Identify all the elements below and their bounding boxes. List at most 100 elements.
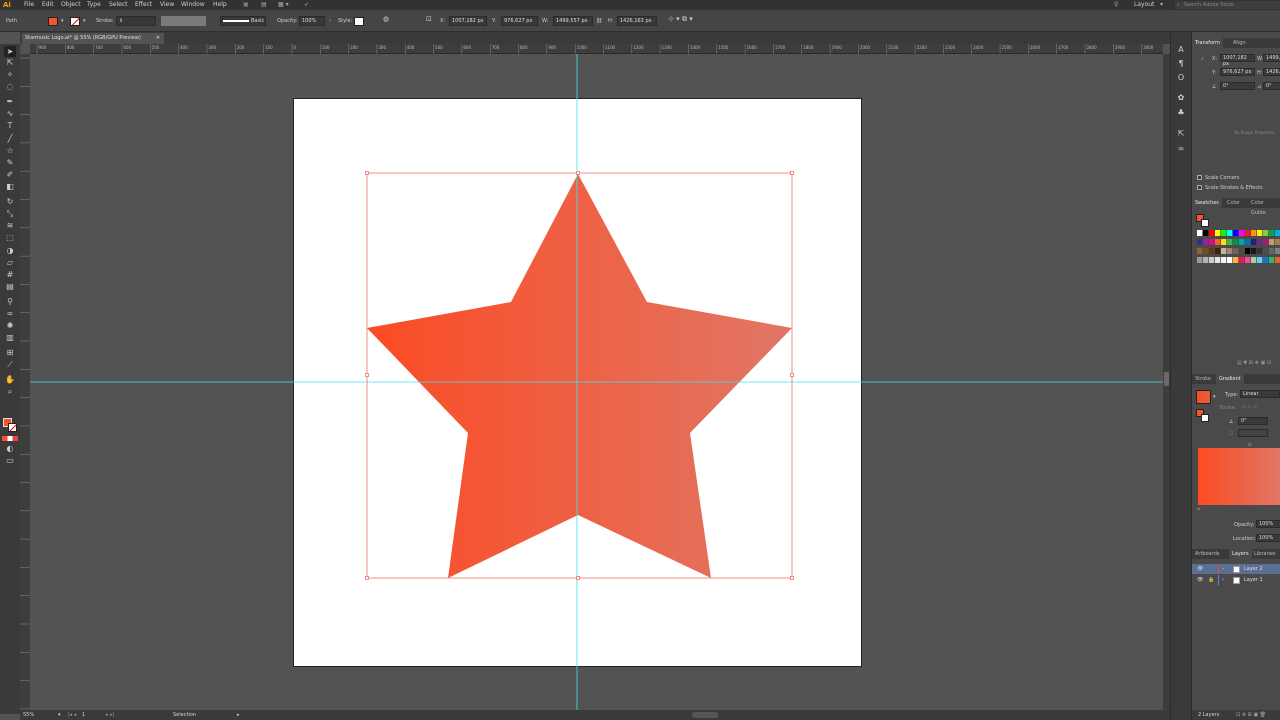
swatch[interactable] — [1197, 248, 1203, 254]
swatch[interactable] — [1263, 248, 1269, 254]
swatch[interactable] — [1257, 230, 1263, 236]
menu-help[interactable]: Help — [213, 0, 227, 10]
swatch[interactable] — [1209, 257, 1215, 263]
scale-corners-checkbox[interactable] — [1197, 175, 1202, 180]
w-field[interactable]: 1499,557 — [1263, 54, 1280, 62]
canvas[interactable] — [30, 54, 1163, 710]
close-icon[interactable]: ✕ — [156, 33, 160, 44]
shaper-tool-icon[interactable]: ✐ — [4, 169, 16, 180]
layer-name[interactable]: Layer 1 — [1244, 575, 1263, 585]
gradient-type-select[interactable]: Linear — [1240, 390, 1280, 398]
chevron-down-icon[interactable]: ▾ — [58, 710, 61, 720]
chevron-down-icon[interactable]: ▾ — [61, 18, 64, 24]
stock-search-input[interactable]: ⌕ Search Adobe Stock — [1175, 1, 1280, 9]
swatch[interactable] — [1245, 248, 1251, 254]
swatch[interactable] — [1227, 239, 1233, 245]
visibility-eye-icon[interactable]: 👁 — [1197, 564, 1203, 574]
lightbulb-icon[interactable]: ♀ — [1114, 0, 1118, 10]
lock-icon[interactable]: 🔒 — [1208, 575, 1214, 585]
menu-view[interactable]: View — [160, 0, 174, 10]
chevron-down-icon[interactable]: ▾ — [1213, 394, 1216, 400]
menu-file[interactable]: File — [24, 0, 34, 10]
chevron-right-icon[interactable]: › — [1222, 564, 1224, 574]
swatch[interactable] — [1257, 248, 1263, 254]
gradient-stroke-swatch[interactable] — [1201, 414, 1209, 422]
eyedropper-tool-icon[interactable]: ⚲ — [4, 296, 16, 307]
swatch[interactable] — [1215, 230, 1221, 236]
opentype-panel-icon[interactable]: O — [1175, 72, 1187, 83]
gradient-preview-swatch[interactable] — [1196, 390, 1211, 404]
slice-tool-icon[interactable]: ⟋ — [4, 359, 16, 370]
menu-select[interactable]: Select — [109, 0, 128, 10]
paragraph-panel-icon[interactable]: ¶ — [1175, 58, 1187, 69]
next-artboard-icon[interactable]: ▸ ▸| — [106, 710, 114, 720]
zoom-level[interactable]: 55% — [23, 710, 34, 720]
tab-stroke[interactable]: Stroke — [1192, 374, 1214, 384]
arrange-icon[interactable]: ⧉ ▾ — [682, 16, 693, 23]
hand-tool-icon[interactable]: ✋ — [4, 374, 16, 385]
gradient-opacity-field[interactable]: 100% — [1256, 520, 1280, 528]
layer-row[interactable]: 👁 🔒 › Layer 1 — [1192, 575, 1280, 585]
swatch[interactable] — [1263, 257, 1269, 263]
swatch[interactable] — [1263, 230, 1269, 236]
swatch[interactable] — [1233, 230, 1239, 236]
fill-color-swatch[interactable] — [48, 17, 58, 26]
shape-builder-tool-icon[interactable]: ◑ — [4, 245, 16, 256]
stroke-weight-field[interactable]: ⇕ — [116, 16, 156, 26]
magic-wand-tool-icon[interactable]: ✧ — [4, 69, 16, 80]
eraser-tool-icon[interactable]: ◧ — [4, 181, 16, 192]
rotate-tool-icon[interactable]: ↻ — [4, 196, 16, 207]
paintbrush-tool-icon[interactable]: ✎ — [4, 157, 16, 168]
mesh-tool-icon[interactable]: # — [4, 269, 16, 280]
swatch[interactable] — [1221, 248, 1227, 254]
swatch[interactable] — [1245, 257, 1251, 263]
pen-tool-icon[interactable]: ✒ — [4, 96, 16, 107]
recolor-artwork-icon[interactable]: ◍ — [383, 16, 389, 23]
swatch[interactable] — [1221, 239, 1227, 245]
stroke-color-swatch[interactable] — [8, 423, 17, 432]
swatch[interactable] — [1209, 230, 1215, 236]
gradient-angle-field[interactable]: 0° — [1238, 417, 1268, 425]
drawing-mode-icon[interactable]: ◐ — [4, 443, 16, 454]
previous-artboard-icon[interactable]: |◂ ◂ — [68, 710, 76, 720]
tab-artboards[interactable]: Artboards — [1192, 549, 1222, 559]
lasso-tool-icon[interactable]: ◌ — [4, 81, 16, 92]
tab-align[interactable]: Align — [1230, 38, 1249, 48]
transform-icon[interactable]: ⊹ ▾ — [668, 16, 680, 23]
symbol-sprayer-tool-icon[interactable]: ✺ — [4, 320, 16, 331]
direct-selection-tool-icon[interactable]: ⇱ — [4, 57, 16, 68]
chevron-right-icon[interactable]: › — [1222, 575, 1224, 585]
swatch[interactable] — [1251, 239, 1257, 245]
free-transform-tool-icon[interactable]: ⬚ — [4, 232, 16, 243]
arrange-documents-icon[interactable]: ▦ ▾ — [278, 0, 289, 10]
swatch[interactable] — [1275, 239, 1280, 245]
shear-field[interactable]: 0° — [1263, 82, 1280, 90]
h-field[interactable]: 1426,16 — [1263, 68, 1280, 76]
w-field[interactable]: 1499,557 px — [553, 16, 593, 26]
links-panel-icon[interactable]: ∞ — [1175, 143, 1187, 154]
h-field[interactable]: 1426,163 px — [617, 16, 657, 26]
brushes-panel-icon[interactable]: ✿ — [1175, 92, 1187, 103]
swatch[interactable] — [1227, 257, 1233, 263]
menu-effect[interactable]: Effect — [135, 0, 152, 10]
chevron-down-icon[interactable]: ▾ — [83, 18, 86, 24]
line-tool-icon[interactable]: ╱ — [4, 133, 16, 144]
swatch[interactable] — [1275, 248, 1280, 254]
swatch[interactable] — [1221, 230, 1227, 236]
swatch[interactable] — [1197, 230, 1203, 236]
visibility-eye-icon[interactable]: 👁 — [1197, 575, 1203, 585]
star-shape[interactable] — [367, 174, 792, 578]
selection-tool-icon[interactable]: ➤ — [4, 46, 16, 57]
tab-color-guide[interactable]: Color Guide — [1248, 198, 1280, 216]
tab-gradient[interactable]: Gradient — [1216, 374, 1244, 384]
swatch[interactable] — [1269, 239, 1275, 245]
scroll-thumb[interactable] — [1164, 372, 1169, 386]
swatch[interactable] — [1245, 230, 1251, 236]
link-proportions-icon[interactable]: ⛓ — [596, 18, 602, 24]
swatch[interactable] — [1233, 257, 1239, 263]
menu-object[interactable]: Object — [61, 0, 81, 10]
swatch[interactable] — [1233, 248, 1239, 254]
swatch[interactable] — [1197, 257, 1203, 263]
vertical-scrollbar[interactable] — [1163, 54, 1170, 710]
layer-panel-buttons[interactable]: ⊡ ⊕ ⊞ ▣ 🗑 — [1236, 710, 1266, 720]
